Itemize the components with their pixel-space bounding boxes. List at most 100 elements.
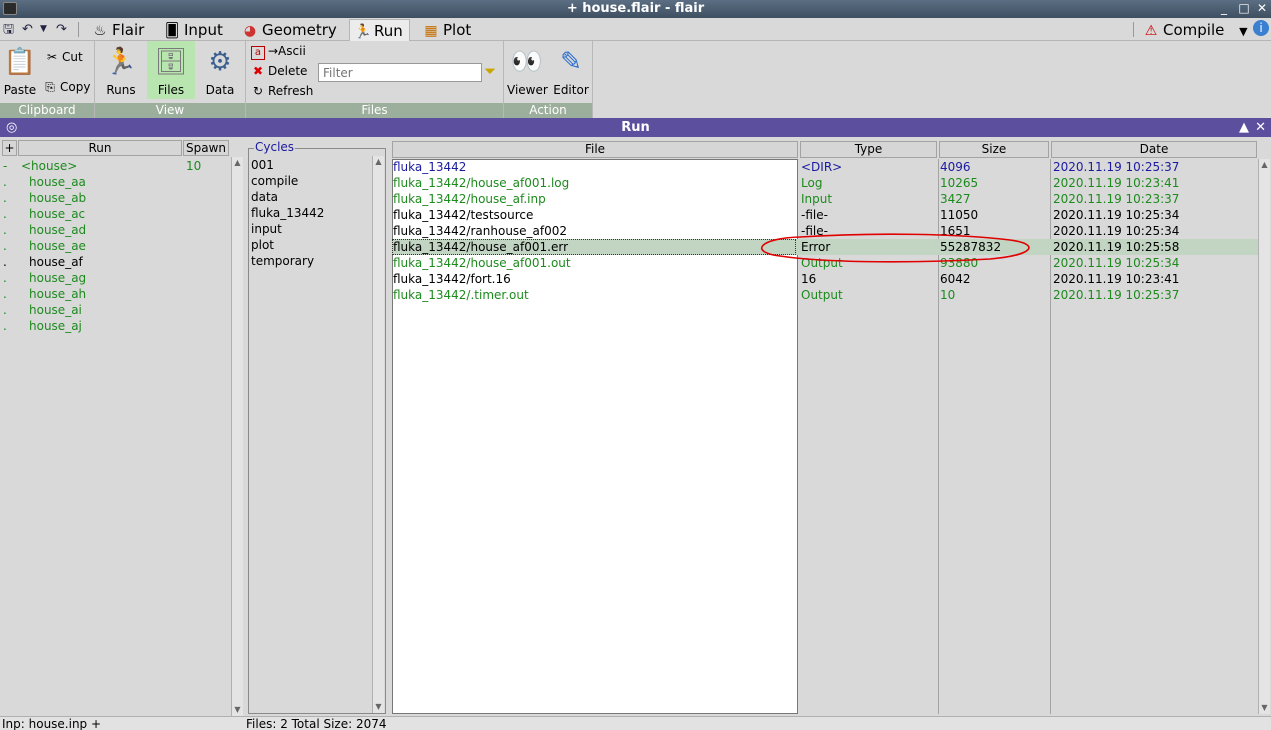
file-name: fluka_13442/house_af.inp: [393, 192, 546, 206]
maximize-button[interactable]: □: [1235, 0, 1253, 18]
filter-input[interactable]: [318, 63, 482, 82]
undo-icon[interactable]: ↶: [22, 21, 33, 38]
file-name: fluka_13442/testsource: [393, 208, 534, 222]
cycle-item[interactable]: fluka_13442: [251, 205, 324, 221]
run-row[interactable]: . house_ab: [0, 190, 230, 206]
file-size: 1651: [940, 224, 971, 238]
date-column-header[interactable]: Date: [1051, 141, 1257, 158]
funnel-icon[interactable]: ⏷: [484, 63, 496, 79]
delete-button[interactable]: ✖ Delete: [251, 63, 307, 79]
tab-plot[interactable]: ▦ Plot: [419, 19, 477, 41]
file-row[interactable]: fluka_13442/testsource -file- 11050 2020.11…: [392, 207, 1259, 223]
run-row[interactable]: . house_ad: [0, 222, 230, 238]
cycles-scrollbar[interactable]: ▲ ▼: [372, 156, 384, 713]
file-date: 2020.11.19 10:23:41: [1053, 272, 1180, 286]
run-row[interactable]: - <house> 10: [0, 158, 230, 174]
close-button[interactable]: ✕: [1253, 0, 1271, 18]
compile-button[interactable]: ⚠ Compile ▼: [1139, 19, 1254, 41]
runs-scrollbar[interactable]: ▲ ▼: [231, 157, 243, 716]
run-name: house_aa: [29, 175, 86, 189]
file-type: <DIR>: [801, 160, 843, 174]
file-date: 2020.11.19 10:25:34: [1053, 256, 1180, 270]
cycle-item[interactable]: input: [251, 221, 282, 237]
cycle-item[interactable]: 001: [251, 157, 274, 173]
run-tree-marker: .: [3, 207, 7, 221]
refresh-button[interactable]: ↻ Refresh: [251, 83, 313, 99]
files-table: File Type Size Date fluka_13442 <DIR> 4096…: [390, 138, 1271, 716]
run-tree-marker: .: [3, 191, 7, 205]
runs-list: + Run Spawn - <house> 10. house_aa. house_ab…: [0, 138, 244, 716]
data-button[interactable]: ⚙ Data: [201, 45, 239, 97]
tab-run[interactable]: 🏃 Run: [349, 19, 410, 42]
tab-bar: 🖫 ↶ ▼ ↷ ♨ Flair 🂠 Input ◕ Geometry 🏃 Run ▦ Pl…: [0, 18, 1271, 42]
file-row[interactable]: fluka_13442 <DIR> 4096 2020.11.19 10:25:37: [392, 159, 1259, 175]
input-card-icon: 🂠: [164, 23, 180, 39]
file-size: 55287832: [940, 240, 1002, 254]
chevron-down-icon[interactable]: ▼: [1239, 25, 1247, 38]
tab-input[interactable]: 🂠 Input: [160, 19, 229, 41]
run-row[interactable]: . house_af: [0, 254, 230, 270]
run-row[interactable]: . house_ai: [0, 302, 230, 318]
run-spawn: 10: [186, 159, 202, 173]
info-icon[interactable]: i: [1253, 20, 1269, 36]
size-column-header[interactable]: Size: [939, 141, 1049, 158]
file-size: 3427: [940, 192, 971, 206]
file-row[interactable]: fluka_13442/house_af001.out Output 93880 20…: [392, 255, 1259, 271]
run-row[interactable]: . house_ac: [0, 206, 230, 222]
file-date: 2020.11.19 10:23:41: [1053, 176, 1180, 190]
minimize-button[interactable]: _: [1215, 0, 1233, 18]
run-name: house_ac: [29, 207, 86, 221]
run-column-header[interactable]: Run: [18, 140, 182, 156]
clipboard-group: 📋 Paste ✂ Cut ⎘ Copy Clipboard: [0, 41, 95, 118]
file-type: Error: [801, 240, 831, 254]
run-name: house_ab: [29, 191, 87, 205]
file-size: 11050: [940, 208, 979, 222]
tab-geometry[interactable]: ◕ Geometry: [238, 19, 343, 41]
editor-button[interactable]: ✎ Editor: [552, 45, 590, 97]
undo-dropdown-icon[interactable]: ▼: [40, 21, 47, 38]
cycles-title: Cycles: [254, 140, 296, 154]
spawn-column-header[interactable]: Spawn: [183, 140, 229, 156]
file-row[interactable]: fluka_13442/fort.16 16 6042 2020.11.19 10:2…: [392, 271, 1259, 287]
copy-button[interactable]: ⎘ Copy: [43, 79, 90, 95]
tab-flair[interactable]: ♨ Flair: [88, 19, 150, 41]
cut-button[interactable]: ✂ Cut: [45, 49, 83, 65]
files-button[interactable]: 🗄 Files: [147, 41, 195, 99]
run-row[interactable]: . house_aa: [0, 174, 230, 190]
file-column-header[interactable]: File: [392, 141, 798, 158]
run-row[interactable]: . house_ag: [0, 270, 230, 286]
panel-close-icon[interactable]: ✕: [1255, 118, 1266, 137]
flair-window: + house.flair - flair _ □ ✕ 🖫 ↶ ▼ ↷ ♨ Fla…: [0, 0, 1271, 730]
panel-maximize-icon[interactable]: ▲: [1239, 118, 1249, 137]
file-row[interactable]: fluka_13442/house_af001.log Log 10265 2020.…: [392, 175, 1259, 191]
panel-menu-icon[interactable]: ◎: [6, 118, 17, 137]
viewer-button[interactable]: 👀 Viewer: [507, 45, 548, 97]
files-scrollbar[interactable]: ▲ ▼: [1258, 159, 1270, 714]
file-row[interactable]: fluka_13442/.timer.out Output 10 2020.11.19…: [392, 287, 1259, 303]
cycle-item[interactable]: compile: [251, 173, 298, 189]
save-icon[interactable]: 🖫: [3, 21, 14, 38]
cycle-item[interactable]: plot: [251, 237, 274, 253]
type-column-header[interactable]: Type: [800, 141, 937, 158]
redo-icon[interactable]: ↷: [56, 21, 67, 38]
run-row[interactable]: . house_ah: [0, 286, 230, 302]
file-row[interactable]: fluka_13442/house_af001.err Error 55287832…: [392, 239, 1259, 255]
paste-button[interactable]: 📋 Paste: [3, 45, 37, 97]
run-tree-marker: .: [3, 287, 7, 301]
file-date: 2020.11.19 10:25:37: [1053, 288, 1180, 302]
file-row[interactable]: fluka_13442/ranhouse_af002 -file- 1651 2020…: [392, 223, 1259, 239]
cycle-item[interactable]: data: [251, 189, 278, 205]
run-name: house_ai: [29, 303, 82, 317]
file-row[interactable]: fluka_13442/house_af.inp Input 3427 2020.11…: [392, 191, 1259, 207]
file-date: 2020.11.19 10:25:37: [1053, 160, 1180, 174]
data-gears-icon: ⚙: [208, 47, 232, 77]
add-run-button[interactable]: +: [2, 140, 17, 156]
run-row[interactable]: . house_ae: [0, 238, 230, 254]
file-date: 2020.11.19 10:23:37: [1053, 192, 1180, 206]
runs-button[interactable]: 🏃 Runs: [101, 45, 141, 97]
cycle-item[interactable]: temporary: [251, 253, 314, 269]
file-type: Output: [801, 288, 843, 302]
run-row[interactable]: . house_aj: [0, 318, 230, 334]
ascii-button[interactable]: a →Ascii: [251, 43, 306, 60]
file-name: fluka_13442/ranhouse_af002: [393, 224, 568, 238]
